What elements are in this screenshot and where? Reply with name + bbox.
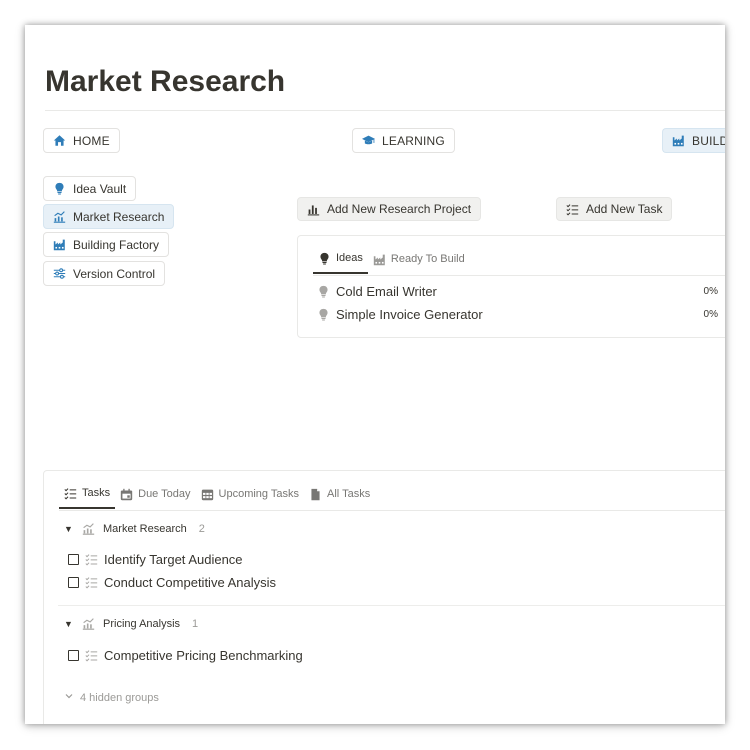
calendar-icon	[120, 488, 133, 501]
group-divider	[58, 605, 725, 606]
tasks-view: Tasks Due Today Upcoming Tasks All Tasks	[43, 470, 725, 724]
sidebar-item-idea-vault[interactable]: Idea Vault	[43, 176, 137, 201]
group-count: 1	[192, 617, 199, 630]
tab-divider	[59, 510, 725, 511]
tab-label: Due Today	[138, 488, 191, 500]
app-window: Market Research HOME LEARNING BUILDI Ide…	[25, 25, 725, 724]
checklist-icon	[85, 576, 98, 589]
sidebar-item-building-factory[interactable]: Building Factory	[43, 232, 170, 257]
group-header-market-research[interactable]: ▼ Market Research 2	[64, 522, 205, 535]
tab-divider	[313, 275, 725, 276]
task-title: Conduct Competitive Analysis	[104, 575, 276, 590]
home-icon	[53, 134, 66, 147]
sidebar-item-label: Market Research	[73, 209, 165, 224]
tab-label: Ideas	[336, 252, 363, 264]
bar-chart-icon	[307, 203, 320, 216]
tab-label: Upcoming Tasks	[218, 488, 300, 500]
task-row[interactable]: Competitive Pricing Benchmarking	[68, 648, 303, 663]
lightbulb-icon	[317, 285, 330, 298]
nav-home-button[interactable]: HOME	[43, 128, 120, 153]
document-icon	[309, 488, 322, 501]
chevron-down-icon	[64, 691, 74, 704]
nav-learning-button[interactable]: LEARNING	[352, 128, 455, 153]
checklist-icon	[64, 487, 77, 500]
calendar-grid-icon	[201, 488, 214, 501]
task-checkbox[interactable]	[68, 554, 79, 565]
progress-value: 0%	[703, 286, 718, 297]
sidebar-item-label: Building Factory	[73, 237, 160, 252]
sidebar-item-label: Version Control	[73, 266, 156, 281]
tab-label: Ready To Build	[390, 253, 465, 265]
title-divider	[45, 110, 725, 111]
chart-icon	[82, 617, 95, 630]
tab-tasks[interactable]: Tasks	[59, 485, 116, 509]
hidden-groups-label: 4 hidden groups	[80, 691, 159, 704]
caret-down-icon[interactable]: ▼	[64, 619, 74, 629]
list-item[interactable]: Simple Invoice Generator	[317, 307, 483, 322]
tab-all-tasks[interactable]: All Tasks	[304, 485, 375, 509]
nav-building-label: BUILDI	[692, 133, 725, 148]
nav-building-button[interactable]: BUILDI	[662, 128, 725, 153]
hidden-groups-toggle[interactable]: 4 hidden groups	[64, 691, 159, 704]
checklist-icon	[85, 649, 98, 662]
task-row[interactable]: Identify Target Audience	[68, 552, 243, 567]
page-title: Market Research	[45, 65, 286, 98]
add-new-task-label: Add New Task	[586, 202, 663, 216]
sidebar-item-label: Idea Vault	[73, 181, 127, 196]
task-checkbox[interactable]	[68, 650, 79, 661]
task-checkbox[interactable]	[68, 577, 79, 588]
lightbulb-icon	[53, 182, 66, 195]
chart-icon	[53, 210, 66, 223]
idea-name: Simple Invoice Generator	[336, 307, 483, 322]
checklist-icon	[566, 203, 579, 216]
sliders-icon	[53, 267, 66, 280]
factory-icon	[672, 134, 685, 147]
checklist-icon	[85, 553, 98, 566]
task-title: Identify Target Audience	[104, 552, 243, 567]
tab-ready-to-build[interactable]: Ready To Build	[368, 250, 470, 274]
nav-learning-label: LEARNING	[382, 133, 445, 148]
add-research-project-label: Add New Research Project	[327, 202, 472, 216]
task-row[interactable]: Conduct Competitive Analysis	[68, 575, 276, 590]
tab-label: All Tasks	[327, 488, 371, 500]
group-name: Pricing Analysis	[103, 617, 181, 630]
lightbulb-icon	[318, 252, 331, 265]
sidebar-item-market-research[interactable]: Market Research	[43, 204, 175, 229]
progress-value: 0%	[703, 309, 718, 320]
add-research-project-button[interactable]: Add New Research Project	[297, 197, 482, 221]
tab-ideas[interactable]: Ideas	[313, 250, 368, 274]
sidebar-item-version-control[interactable]: Version Control	[43, 261, 166, 286]
chart-icon	[82, 522, 95, 535]
factory-icon	[373, 253, 386, 266]
add-new-task-button[interactable]: Add New Task	[556, 197, 673, 221]
factory-icon	[53, 238, 66, 251]
tab-upcoming-tasks[interactable]: Upcoming Tasks	[196, 485, 305, 509]
idea-name: Cold Email Writer	[336, 284, 437, 299]
lightbulb-icon	[317, 308, 330, 321]
graduation-cap-icon	[362, 134, 375, 147]
ideas-view: Ideas Ready To Build Cold Email Writer 0…	[297, 235, 725, 338]
nav-home-label: HOME	[73, 133, 110, 148]
group-header-pricing-analysis[interactable]: ▼ Pricing Analysis 1	[64, 617, 198, 630]
task-title: Competitive Pricing Benchmarking	[104, 648, 303, 663]
group-count: 2	[198, 522, 205, 535]
list-item[interactable]: Cold Email Writer	[317, 284, 437, 299]
caret-down-icon[interactable]: ▼	[64, 524, 74, 534]
tab-due-today[interactable]: Due Today	[115, 485, 195, 509]
group-name: Market Research	[103, 522, 187, 535]
tab-label: Tasks	[82, 487, 111, 499]
